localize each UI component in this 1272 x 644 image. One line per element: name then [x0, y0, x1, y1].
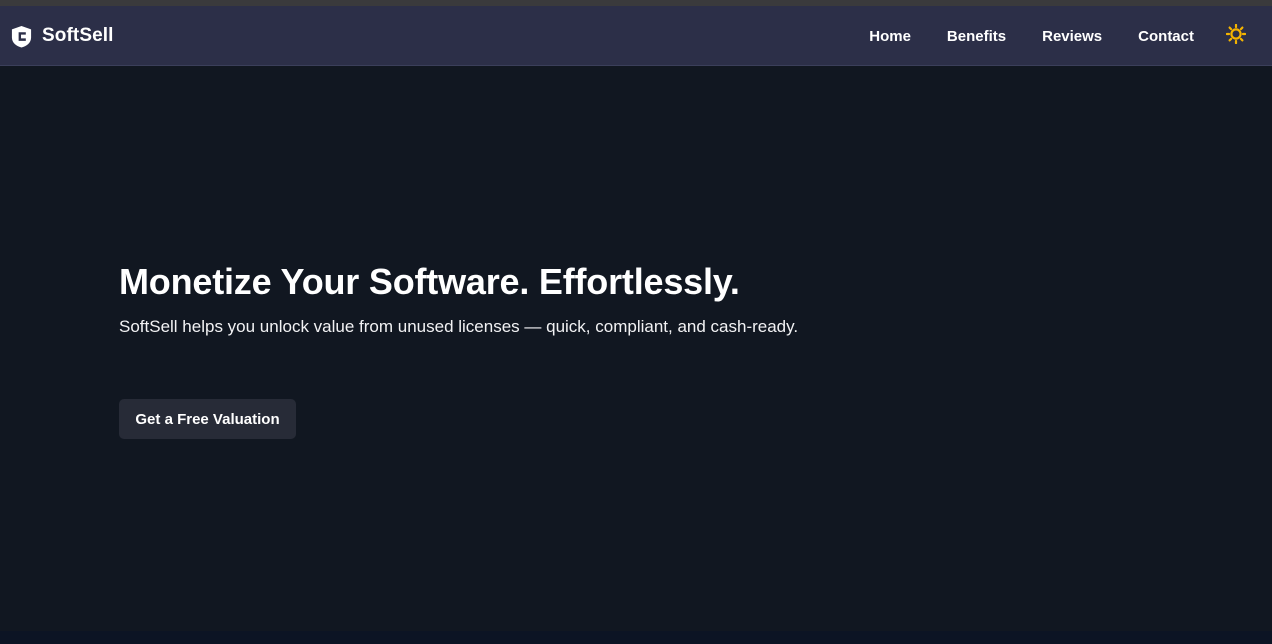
next-section-edge — [0, 631, 1272, 644]
nav-link-home[interactable]: Home — [869, 28, 911, 45]
navbar: SoftSell Home Benefits Reviews Contact — [0, 6, 1272, 66]
brand-logo-link[interactable]: SoftSell — [10, 6, 114, 66]
hero-subtitle: SoftSell helps you unlock value from unu… — [119, 317, 799, 336]
nav-link-reviews[interactable]: Reviews — [1042, 28, 1102, 45]
nav-link-benefits[interactable]: Benefits — [947, 28, 1006, 45]
shield-logo-icon — [10, 25, 33, 48]
nav-links: Home Benefits Reviews Contact — [869, 6, 1272, 66]
free-valuation-button[interactable]: Get a Free Valuation — [119, 399, 296, 439]
theme-toggle-button[interactable] — [1225, 23, 1247, 49]
hero-section: Monetize Your Software. Effortlessly. So… — [119, 260, 798, 338]
nav-link-contact[interactable]: Contact — [1138, 28, 1194, 45]
hero-title: Monetize Your Software. Effortlessly. — [119, 261, 740, 302]
brand-name: SoftSell — [42, 25, 114, 46]
sun-icon — [1225, 23, 1247, 49]
